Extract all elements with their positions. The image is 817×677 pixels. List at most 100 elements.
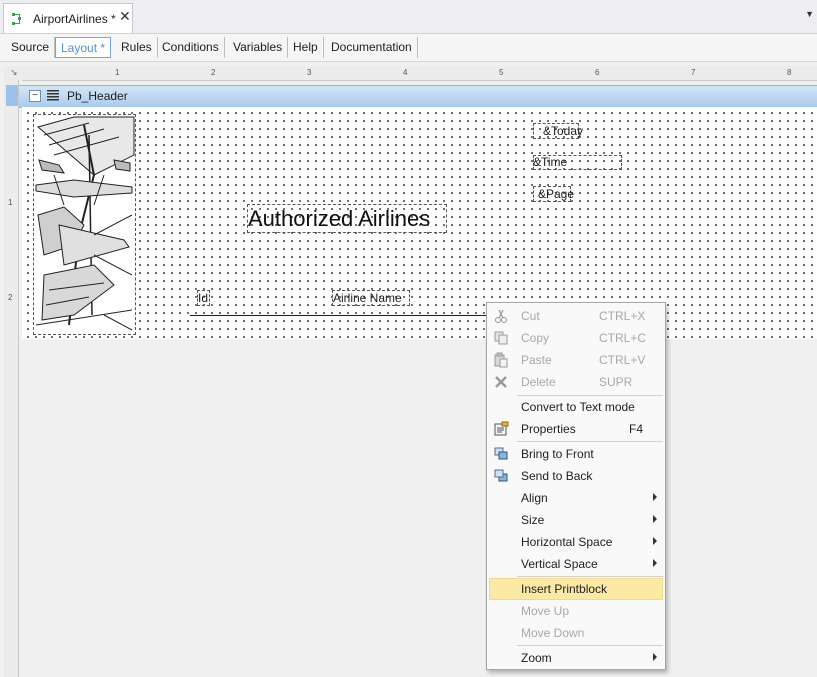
- menu-item-vertical-space[interactable]: Vertical Space: [489, 553, 663, 575]
- menu-item-delete[interactable]: Delete SUPR: [489, 371, 663, 393]
- time-field-label: &Time: [533, 155, 568, 169]
- menu-item-label: Delete: [521, 375, 556, 389]
- bring-to-front-icon: [494, 447, 508, 460]
- document-tab-title: AirportAirlines *: [33, 12, 116, 26]
- delete-icon: [495, 376, 507, 388]
- page-field-label: &Page: [538, 187, 575, 201]
- ruler-mark: 3: [307, 68, 312, 77]
- menu-item-label: Properties: [521, 422, 576, 436]
- tab-source[interactable]: Source: [6, 37, 56, 58]
- menu-item-label: Paste: [521, 353, 552, 367]
- today-field[interactable]: &Today: [533, 123, 583, 139]
- menu-item-label: Insert Printblock: [521, 582, 608, 596]
- submenu-arrow-icon: [653, 537, 657, 545]
- menu-item-label: Zoom: [521, 651, 552, 665]
- menu-item-shortcut: F4: [629, 422, 644, 436]
- menu-item-shortcut: CTRL+V: [599, 353, 646, 367]
- menu-item-convert-to-text-mode[interactable]: Convert to Text mode: [489, 396, 663, 418]
- airline-name-column-header[interactable]: Airline Name: [332, 290, 410, 306]
- menu-item-label: Move Up: [521, 604, 570, 618]
- report-title: Authorized Airlines: [248, 206, 431, 231]
- menu-item-move-down[interactable]: Move Down: [489, 622, 663, 644]
- menu-item-label: Move Down: [521, 626, 585, 640]
- ruler-mark: 5: [499, 68, 504, 77]
- ruler-mark: 7: [691, 68, 696, 77]
- collapse-icon[interactable]: −: [29, 90, 41, 102]
- printblock-icon: [47, 90, 59, 101]
- tab-documentation[interactable]: Documentation: [326, 37, 418, 58]
- ruler-mark: 2: [211, 68, 216, 77]
- ruler-mark: 4: [403, 68, 408, 77]
- airport-illustration: [34, 115, 135, 334]
- menu-item-label: Copy: [521, 331, 550, 345]
- document-tab[interactable]: AirportAirlines * ✕: [3, 3, 133, 33]
- menu-item-label: Align: [521, 491, 548, 505]
- submenu-arrow-icon: [653, 653, 657, 661]
- header-separator-line[interactable]: [190, 315, 490, 316]
- submenu-arrow-icon: [653, 493, 657, 501]
- context-menu: Cut CTRL+X Copy CTRL+C Paste CTRL+V Dele…: [486, 302, 666, 670]
- tab-variables[interactable]: Variables: [228, 37, 289, 58]
- ruler-mark: 2: [8, 293, 13, 302]
- printblock-band-header[interactable]: − Pb_Header: [19, 85, 817, 108]
- vertical-ruler: 1 2: [4, 80, 19, 677]
- menu-item-shortcut: CTRL+X: [599, 309, 646, 323]
- menu-item-label: Size: [521, 513, 545, 527]
- ruler-mark: 1: [8, 198, 13, 207]
- menu-item-move-up[interactable]: Move Up: [489, 600, 663, 622]
- menu-item-shortcut: CTRL+C: [599, 331, 647, 345]
- canvas-background[interactable]: [22, 339, 817, 677]
- menu-separator: [517, 645, 663, 646]
- scissors-icon: [495, 309, 507, 323]
- submenu-arrow-icon: [653, 559, 657, 567]
- view-tab-bar: Source Layout * Rules Conditions Variabl…: [0, 34, 817, 62]
- menu-item-label: Vertical Space: [521, 557, 598, 571]
- ruler-corner[interactable]: ↘: [4, 66, 22, 80]
- close-tab-icon[interactable]: ✕: [119, 8, 131, 25]
- document-tab-strip: AirportAirlines * ✕ ▼: [0, 0, 817, 34]
- menu-item-bring-to-front[interactable]: Bring to Front: [489, 443, 663, 465]
- menu-item-align[interactable]: Align: [489, 487, 663, 509]
- band-selector[interactable]: [6, 85, 18, 106]
- menu-item-label: Send to Back: [521, 469, 593, 483]
- ruler-mark: 1: [115, 68, 120, 77]
- id-column-label: Id: [198, 291, 209, 305]
- tab-layout[interactable]: Layout *: [55, 37, 112, 58]
- layout-object-icon: [12, 13, 21, 25]
- menu-item-label: Horizontal Space: [521, 535, 613, 549]
- tab-overflow-icon[interactable]: ▼: [805, 9, 814, 19]
- menu-item-size[interactable]: Size: [489, 509, 663, 531]
- menu-item-zoom[interactable]: Zoom: [489, 647, 663, 669]
- properties-icon: [494, 421, 509, 436]
- menu-item-properties[interactable]: Properties F4: [489, 418, 663, 440]
- tab-rules[interactable]: Rules: [116, 37, 158, 58]
- band-label: Pb_Header: [67, 89, 128, 103]
- tab-conditions[interactable]: Conditions: [157, 37, 225, 58]
- ruler-mark: 6: [595, 68, 600, 77]
- menu-item-paste[interactable]: Paste CTRL+V: [489, 349, 663, 371]
- menu-item-send-to-back[interactable]: Send to Back: [489, 465, 663, 487]
- horizontal-ruler: 1 2 3 4 5 6 7 8: [22, 66, 817, 81]
- menu-item-cut[interactable]: Cut CTRL+X: [489, 305, 663, 327]
- id-column-header[interactable]: Id: [197, 290, 210, 306]
- airline-name-column-label: Airline Name: [333, 291, 402, 305]
- menu-item-copy[interactable]: Copy CTRL+C: [489, 327, 663, 349]
- submenu-arrow-icon: [653, 515, 657, 523]
- menu-item-shortcut: SUPR: [599, 375, 633, 389]
- airport-image[interactable]: [33, 114, 136, 335]
- send-to-back-icon: [494, 469, 508, 482]
- menu-item-label: Bring to Front: [521, 447, 594, 461]
- menu-item-label: Cut: [521, 309, 540, 323]
- copy-icon: [494, 331, 508, 345]
- time-field[interactable]: &Time: [533, 155, 622, 170]
- menu-item-label: Convert to Text mode: [521, 400, 635, 414]
- ruler-mark: 8: [787, 68, 792, 77]
- report-title-box[interactable]: Authorized Airlines: [247, 204, 447, 233]
- tab-help[interactable]: Help: [288, 37, 324, 58]
- menu-item-insert-printblock[interactable]: Insert Printblock: [489, 578, 663, 600]
- menu-item-horizontal-space[interactable]: Horizontal Space: [489, 531, 663, 553]
- page-field[interactable]: &Page: [533, 186, 575, 202]
- paste-icon: [494, 352, 508, 368]
- today-field-label: &Today: [543, 124, 584, 138]
- menu-separator: [517, 576, 663, 577]
